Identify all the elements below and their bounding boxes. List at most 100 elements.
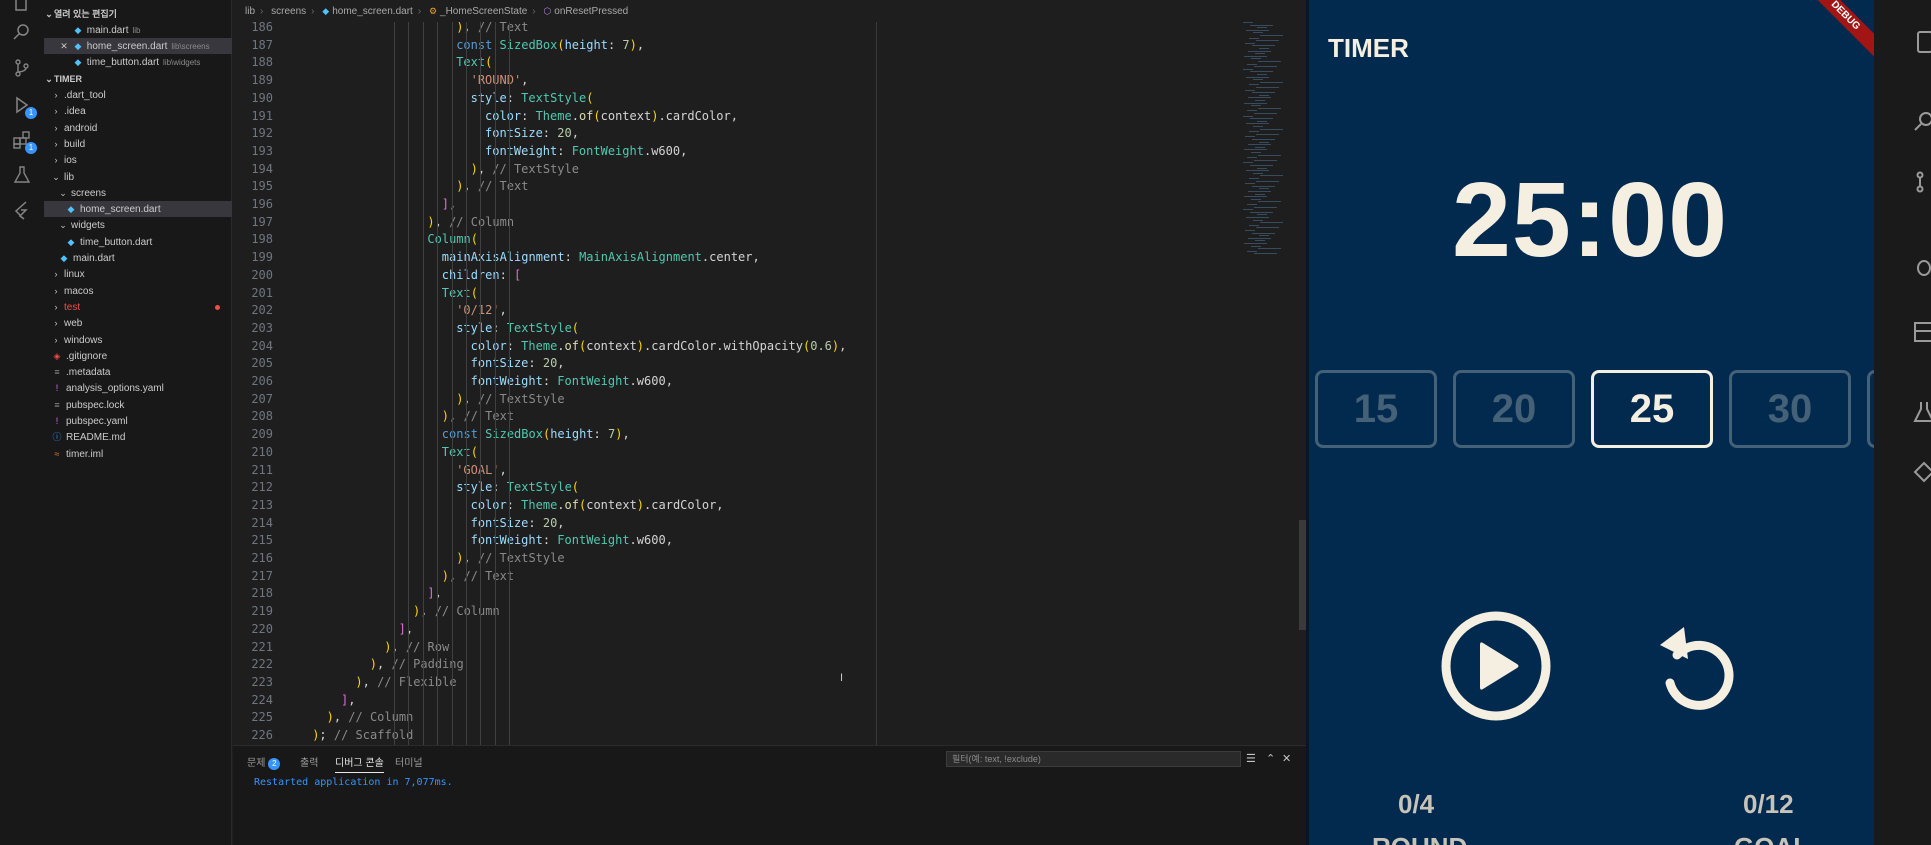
play-button[interactable] <box>1440 610 1552 722</box>
console-filter-input[interactable]: 필터(예: text, !exclude) <box>946 751 1241 767</box>
tree-item[interactable]: ≡ .metadata <box>44 364 232 380</box>
code-line[interactable]: 218], <box>233 586 1233 604</box>
code-line[interactable]: 194), // TextStyle <box>233 162 1233 180</box>
tree-item[interactable]: › ios <box>44 152 232 168</box>
code-line[interactable]: 191 color: Theme.of(context).cardColor, <box>233 109 1233 127</box>
code-line[interactable]: 208), // Text <box>233 409 1233 427</box>
code-line[interactable]: 224], <box>233 693 1233 711</box>
tree-item[interactable]: ◆ time_button.dart <box>44 234 232 250</box>
tree-item[interactable]: › web <box>44 315 232 331</box>
code-line[interactable]: 205 fontSize: 20, <box>233 356 1233 374</box>
breadcrumb-item[interactable]: lib <box>245 6 255 17</box>
close-icon[interactable]: ✕ <box>56 38 72 54</box>
code-line[interactable]: 201 Text( <box>233 286 1233 304</box>
tree-item[interactable]: ◆ main.dart <box>44 250 232 266</box>
clear-console-icon[interactable]: ☰ <box>1246 752 1256 765</box>
tree-item[interactable]: ◈ .gitignore <box>44 348 232 364</box>
breadcrumb-item[interactable]: onResetPressed <box>554 6 628 17</box>
code-line[interactable]: 223), // Flexible <box>233 675 1233 693</box>
code-line[interactable]: 209 const SizedBox(height: 7), <box>233 427 1233 445</box>
code-line[interactable]: 192 fontSize: 20, <box>233 126 1233 144</box>
code-line[interactable]: 210 Text( <box>233 445 1233 463</box>
code-line[interactable]: 219), // Column <box>233 604 1233 622</box>
editor-scrollbar[interactable] <box>1299 520 1306 630</box>
tab-terminal[interactable]: 터미널 <box>395 754 423 769</box>
code-line[interactable]: 212 style: TextStyle( <box>233 480 1233 498</box>
explorer-icon[interactable] <box>12 0 32 14</box>
time-option-button-partial[interactable] <box>1867 370 1874 448</box>
code-line[interactable]: 225), // Column <box>233 710 1233 728</box>
extensions-icon[interactable]: 1 <box>12 130 37 154</box>
code-line[interactable]: 203 style: TextStyle( <box>233 321 1233 339</box>
code-line[interactable]: 214 fontSize: 20, <box>233 516 1233 534</box>
code-line[interactable]: 193 fontWeight: FontWeight.w600, <box>233 144 1233 162</box>
code-line[interactable]: 221), // Row <box>233 640 1233 658</box>
code-line[interactable]: 215 fontWeight: FontWeight.w600, <box>233 533 1233 551</box>
code-line[interactable]: 211 'GOAL', <box>233 463 1233 481</box>
close-panel-icon[interactable]: ✕ <box>1282 752 1291 765</box>
code-line[interactable]: 217), // Text <box>233 569 1233 587</box>
tree-item[interactable]: › .idea <box>44 103 232 119</box>
minimap[interactable] <box>1237 22 1299 272</box>
code-line[interactable]: 202 '0/12', <box>233 303 1233 321</box>
run-debug-icon[interactable]: 1 <box>12 95 37 119</box>
tree-item[interactable]: ◆ home_screen.dart <box>44 201 232 218</box>
tree-item[interactable]: ! pubspec.yaml <box>44 413 232 429</box>
code-line[interactable]: 207), // TextStyle <box>233 392 1233 410</box>
flutter-icon[interactable] <box>12 200 32 220</box>
code-line[interactable]: 204 color: Theme.of(context).cardColor.wi… <box>233 339 1233 357</box>
code-line[interactable]: 222), // Padding <box>233 657 1233 675</box>
breadcrumb-item[interactable]: home_screen.dart <box>332 6 413 17</box>
search-icon[interactable] <box>12 22 32 42</box>
tree-item[interactable]: ≈ timer.iml <box>44 446 232 462</box>
code-line[interactable]: 199 mainAxisAlignment: MainAxisAlignment.… <box>233 250 1233 268</box>
code-line[interactable]: 198 Column( <box>233 232 1233 250</box>
tree-item[interactable]: › .dart_tool <box>44 87 232 103</box>
code-line[interactable]: 190 style: TextStyle( <box>233 91 1233 109</box>
time-option-button[interactable]: 30 <box>1729 370 1851 448</box>
source-control-icon[interactable] <box>1912 170 1931 194</box>
reset-button[interactable] <box>1642 615 1746 719</box>
breadcrumb-item[interactable]: _HomeScreenState <box>440 6 527 17</box>
code-line[interactable]: 186), // Text <box>233 22 1233 38</box>
open-editors-header[interactable]: ⌄열려 있는 편집기 <box>44 6 232 22</box>
code-line[interactable]: 195), // Text <box>233 179 1233 197</box>
code-area[interactable]: 186), // Text 187 const SizedBox(height: 7… <box>233 22 1306 745</box>
bug-icon[interactable] <box>1912 255 1931 279</box>
open-editor-time-button-dart[interactable]: ◆ time_button.dart lib\widgets <box>44 54 232 70</box>
tab-problems[interactable]: 문제 2 <box>247 754 281 770</box>
code-line[interactable]: 206 fontWeight: FontWeight.w600, <box>233 374 1233 392</box>
time-option-button[interactable]: 15 <box>1315 370 1437 448</box>
tree-item[interactable]: › windows <box>44 332 232 348</box>
tree-item[interactable]: › macos <box>44 283 232 299</box>
flask-icon[interactable] <box>1912 400 1931 424</box>
search-icon[interactable] <box>1912 110 1931 134</box>
open-editor-main-dart[interactable]: ◆ main.dart lib <box>44 22 232 38</box>
code-line[interactable]: 188 Text( <box>233 55 1233 73</box>
tree-item[interactable]: › build <box>44 136 232 152</box>
code-editor[interactable]: lib › screens › ◆ home_screen.dart › ⚙ _HomeS… <box>233 0 1306 745</box>
tree-item[interactable]: ⌄ screens <box>44 185 232 201</box>
code-line[interactable]: 213 color: Theme.of(context).cardColor, <box>233 498 1233 516</box>
layout-icon[interactable] <box>1912 320 1931 344</box>
tree-item[interactable]: ⌄ lib <box>44 169 232 185</box>
tree-item[interactable]: › test <box>44 299 232 315</box>
code-line[interactable]: 200 children: [ <box>233 268 1233 286</box>
tree-item[interactable]: › android <box>44 120 232 136</box>
device-icon[interactable] <box>1912 30 1931 54</box>
code-line[interactable]: 216), // TextStyle <box>233 551 1233 569</box>
project-header[interactable]: ⌄TIMER <box>44 71 232 87</box>
code-line[interactable]: 187 const SizedBox(height: 7), <box>233 38 1233 56</box>
code-line[interactable]: 189 'ROUND', <box>233 73 1233 91</box>
tree-item[interactable]: ⌄ widgets <box>44 217 232 233</box>
open-editor-home-screen-dart[interactable]: ✕ ◆ home_screen.dart lib\screens <box>44 38 232 54</box>
code-line[interactable]: 197), // Column <box>233 215 1233 233</box>
time-option-button[interactable]: 20 <box>1453 370 1575 448</box>
tree-item[interactable]: ≡ pubspec.lock <box>44 397 232 413</box>
code-line[interactable]: 196], <box>233 197 1233 215</box>
time-option-button-selected[interactable]: 25 <box>1591 370 1713 448</box>
tab-output[interactable]: 출력 <box>300 754 318 769</box>
code-line[interactable]: 226); // Scaffold <box>233 728 1233 745</box>
tree-item[interactable]: › linux <box>44 266 232 282</box>
breadcrumb-item[interactable]: screens <box>271 6 306 17</box>
